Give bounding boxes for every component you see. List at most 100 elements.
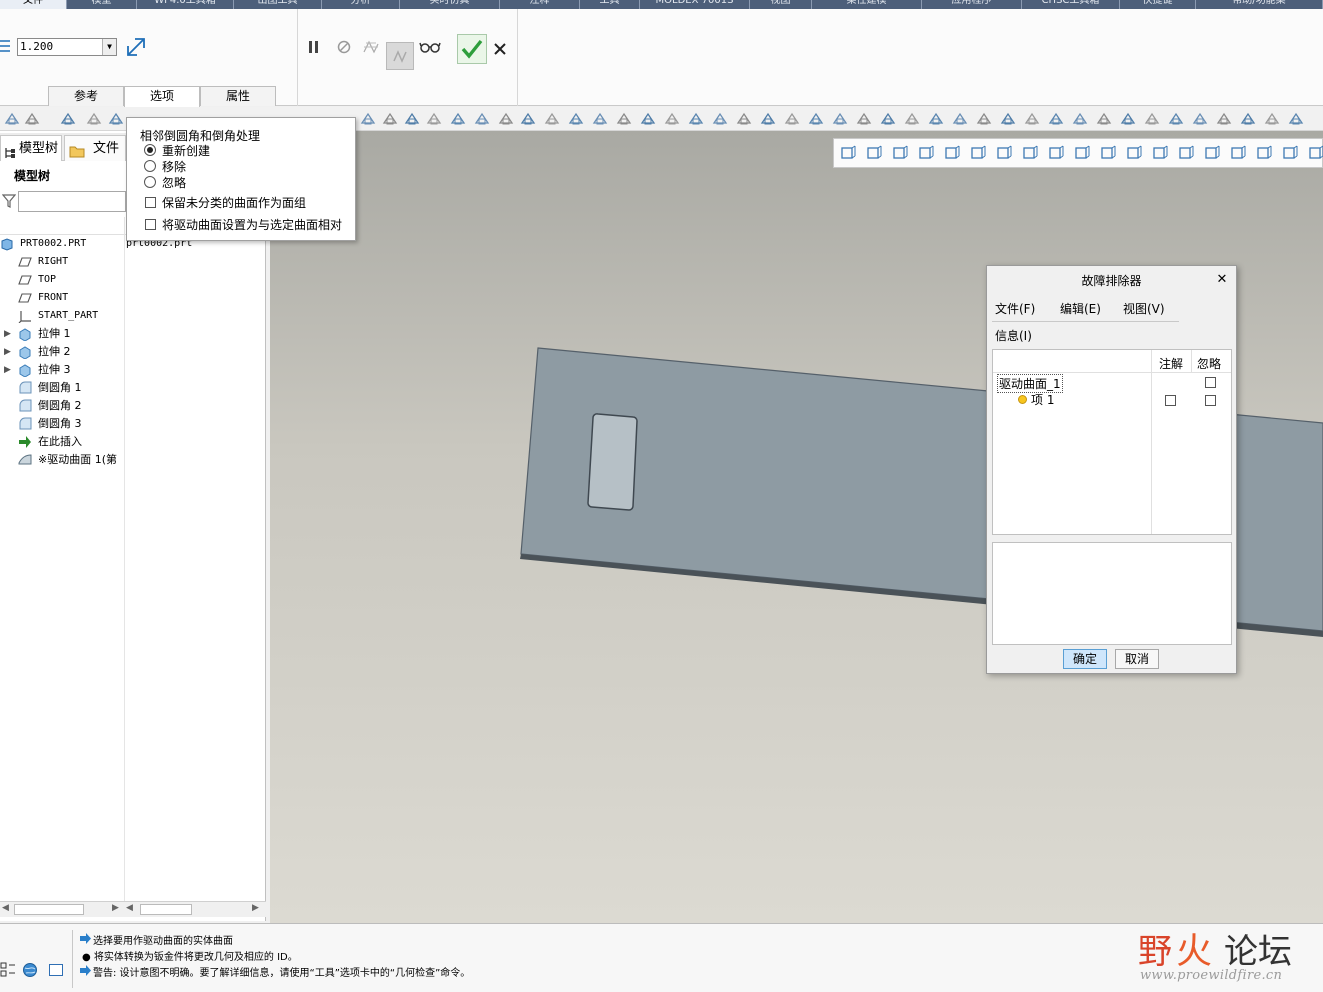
toolbar-tool-icon[interactable]: [1216, 111, 1232, 127]
view-tool-icon[interactable]: [1308, 145, 1323, 161]
menu-file[interactable]: 文件(F): [995, 300, 1035, 317]
toolbar-tool-icon[interactable]: [976, 111, 992, 127]
menu-view[interactable]: 视图(V): [1123, 300, 1165, 317]
view-tool-icon[interactable]: [1230, 145, 1246, 161]
tree-item[interactable]: 倒圆角 3: [0, 415, 124, 433]
subtab-properties[interactable]: 属性: [200, 86, 276, 106]
close-icon[interactable]: ✕: [1214, 272, 1230, 288]
tab-moldex[interactable]: MOLDEX 7001S: [640, 0, 750, 9]
drive-surface-opposite-checkbox[interactable]: [145, 219, 156, 230]
stop-button[interactable]: [332, 35, 356, 59]
tab-flexible-modeling[interactable]: 柔性建模: [812, 0, 922, 9]
view-tool-icon[interactable]: [1074, 145, 1090, 161]
tab-help[interactable]: 帮助/功能集: [1196, 0, 1323, 9]
toolbar-tool-icon[interactable]: [1192, 111, 1208, 127]
tree-item[interactable]: 倒圆角 1: [0, 379, 124, 397]
toolbar-tool-icon[interactable]: [880, 111, 896, 127]
list-item-item-1[interactable]: 项 1: [1031, 391, 1054, 408]
tree-item[interactable]: FRONT: [0, 289, 124, 307]
tree-item[interactable]: START_PART: [0, 307, 124, 325]
toolbar-tool-icon[interactable]: [904, 111, 920, 127]
toolbar-tool-icon[interactable]: [544, 111, 560, 127]
tab-shortcuts[interactable]: 快捷键: [1120, 0, 1196, 9]
note-checkbox-2[interactable]: [1165, 395, 1176, 406]
toolbar-tool-icon[interactable]: [592, 111, 608, 127]
toolbar-tool-icon[interactable]: [784, 111, 800, 127]
toolbar-tool-icon[interactable]: [1264, 111, 1280, 127]
tree-item[interactable]: ※驱动曲面 1(第: [0, 451, 124, 469]
filter-icon[interactable]: [1, 194, 17, 211]
tab-folder-browser[interactable]: 文件夹: [64, 135, 126, 161]
confirm-button[interactable]: [457, 34, 487, 64]
toolbar-tool-icon[interactable]: [952, 111, 968, 127]
tree-item[interactable]: ▶ 拉伸 1: [0, 325, 124, 343]
menu-edit[interactable]: 编辑(E): [1060, 300, 1101, 317]
tab-wf-toolbox[interactable]: WF4.0工具箱: [137, 0, 234, 9]
ignore-checkbox-1[interactable]: [1205, 377, 1216, 388]
preview-button[interactable]: [359, 35, 383, 59]
view-tool-icon[interactable]: [1022, 145, 1038, 161]
tab-file[interactable]: 文件: [0, 0, 67, 9]
ignore-checkbox-2[interactable]: [1205, 395, 1216, 406]
expand-chevron-icon[interactable]: ▶: [4, 343, 11, 361]
tree-item[interactable]: 在此插入: [0, 433, 124, 451]
tree-item[interactable]: RIGHT: [0, 253, 124, 271]
toolbar-tool-icon[interactable]: [1000, 111, 1016, 127]
toolbar-tool-icon[interactable]: [1072, 111, 1088, 127]
tab-view[interactable]: 视图: [750, 0, 812, 9]
toolbar-tool-icon[interactable]: [426, 111, 442, 127]
toolbar-tool-icon[interactable]: [568, 111, 584, 127]
tree-item[interactable]: PRT0002.PRT: [0, 235, 124, 253]
toolbar-tool-icon[interactable]: [808, 111, 824, 127]
view-tool-icon[interactable]: [866, 145, 882, 161]
toolbar-tool-icon[interactable]: [832, 111, 848, 127]
view-tool-icon[interactable]: [840, 145, 856, 161]
toolbar-tool-icon[interactable]: [1288, 111, 1304, 127]
toolbar-tool-icon[interactable]: [4, 111, 20, 127]
toolbar-tool-icon[interactable]: [24, 111, 40, 127]
toolbar-tool-icon[interactable]: [760, 111, 776, 127]
tab-model-tree[interactable]: 模型树: [0, 135, 62, 161]
expand-chevron-icon[interactable]: ▶: [4, 325, 11, 343]
toolbar-tool-icon[interactable]: [1240, 111, 1256, 127]
toolbar-tool-icon[interactable]: [736, 111, 752, 127]
view-tool-icon[interactable]: [1126, 145, 1142, 161]
radio-recreate[interactable]: [144, 144, 156, 156]
view-tool-icon[interactable]: [1048, 145, 1064, 161]
view-tool-icon[interactable]: [1204, 145, 1220, 161]
scroll-right-arrow[interactable]: ▶: [112, 903, 119, 913]
toolbar-tool-icon[interactable]: [688, 111, 704, 127]
toolbar-tool-icon[interactable]: [404, 111, 420, 127]
tree-filter-input[interactable]: [18, 191, 126, 212]
ok-button[interactable]: 确定: [1063, 649, 1107, 669]
tab-tools[interactable]: 工具: [580, 0, 640, 9]
view-tool-icon[interactable]: [1152, 145, 1168, 161]
scroll-left-arrow[interactable]: ◀: [2, 903, 9, 913]
view-tool-icon[interactable]: [892, 145, 908, 161]
toolbar-tool-icon[interactable]: [450, 111, 466, 127]
view-tool-icon[interactable]: [970, 145, 986, 161]
scroll-left-arrow-2[interactable]: ◀: [126, 903, 133, 913]
verify-button[interactable]: [386, 42, 414, 70]
flip-direction-button[interactable]: [124, 35, 148, 59]
pause-button[interactable]: [302, 35, 326, 59]
cancel-button[interactable]: 取消: [1115, 649, 1159, 669]
tab-model[interactable]: 模型: [67, 0, 137, 9]
toolbar-tool-icon[interactable]: [498, 111, 514, 127]
radio-ignore[interactable]: [144, 176, 156, 188]
subtab-references[interactable]: 参考: [48, 86, 124, 106]
window-icon[interactable]: [48, 962, 64, 978]
tree-item[interactable]: TOP: [0, 271, 124, 289]
toolbar-tool-icon[interactable]: [664, 111, 680, 127]
chevron-down-icon[interactable]: ▼: [102, 39, 116, 55]
toolbar-tool-icon[interactable]: [360, 111, 376, 127]
tab-annotate[interactable]: 注释: [500, 0, 580, 9]
toolbar-tool-icon[interactable]: [712, 111, 728, 127]
view-tool-icon[interactable]: [944, 145, 960, 161]
view-tool-icon[interactable]: [1256, 145, 1272, 161]
toolbar-tool-icon[interactable]: [1096, 111, 1112, 127]
toolbar-tool-icon[interactable]: [1024, 111, 1040, 127]
tab-drawing-tools[interactable]: 出图工具: [234, 0, 322, 9]
layout-icon[interactable]: [0, 962, 16, 978]
tree-item[interactable]: ▶ 拉伸 3: [0, 361, 124, 379]
